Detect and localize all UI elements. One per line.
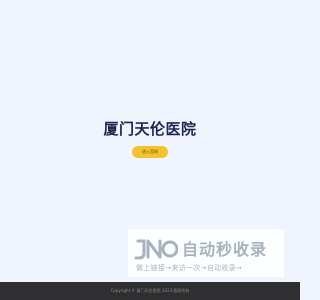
page-title: 厦门天伦医院 bbox=[103, 120, 197, 138]
watermark-banner[interactable]: 自动秒收录 做上链接→来访一次→自动收录→ bbox=[128, 229, 284, 277]
watermark-tagline: 做上链接→来访一次→自动收录→ bbox=[136, 264, 243, 272]
enter-site-button[interactable]: 进入官网 bbox=[132, 146, 168, 158]
footer-copyright: Copyright © 厦门天伦医院 2023 版权所有 bbox=[110, 288, 190, 293]
site-logo-icon bbox=[134, 239, 178, 260]
watermark-title: 自动秒收录 bbox=[182, 240, 268, 259]
footer: Copyright © 厦门天伦医院 2023 版权所有 bbox=[0, 282, 300, 300]
